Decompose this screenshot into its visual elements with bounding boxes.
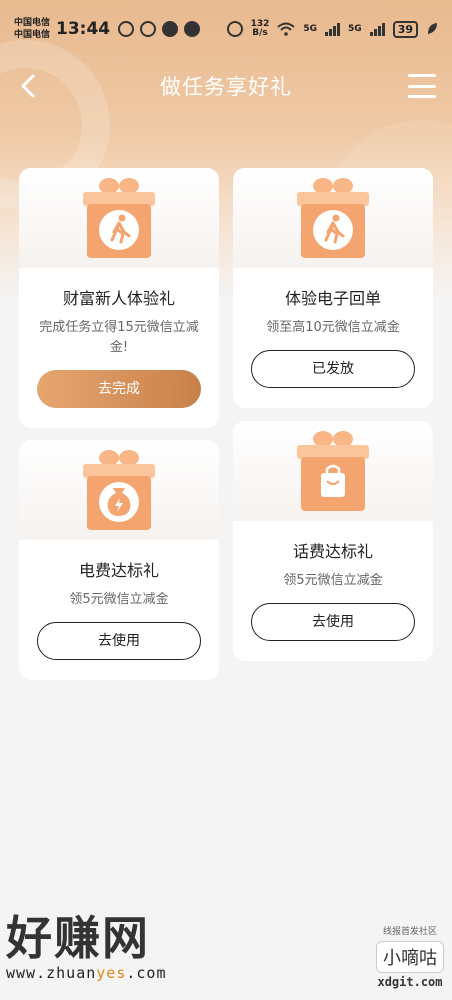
task-card-wealth-newcomer: 财富新人体验礼 完成任务立得15元微信立减金! 去完成: [19, 168, 219, 428]
status-bar: 中国电信 中国电信 13:44 132 B/s 5G 5G 39: [0, 0, 452, 58]
signal-1-icon: [325, 22, 341, 36]
wechat-icon: [184, 21, 201, 37]
wifi-icon: [277, 22, 296, 36]
carrier-1: 中国电信: [14, 18, 51, 28]
card-image-area: [233, 168, 433, 268]
signal-2-icon: [369, 22, 385, 36]
card-title: 体验电子回单: [284, 289, 381, 308]
task-card-phone-bill: 话费达标礼 领5元微信立减金 去使用: [233, 421, 433, 661]
signal-2-label: 5G: [348, 24, 362, 34]
system-icons: 132 B/s 5G 5G 39: [226, 20, 438, 38]
card-description: 完成任务立得15元微信立减金!: [39, 320, 199, 355]
notification-icons: [118, 21, 201, 37]
watermark-badge: 小嘀咕: [376, 941, 444, 973]
net-speed: 132 B/s: [251, 20, 270, 38]
card-title: 话费达标礼: [292, 542, 373, 561]
card-description: 领至高10元微信立减金: [266, 320, 400, 335]
alarm-icon: [226, 21, 243, 37]
use-button[interactable]: 去使用: [251, 603, 415, 641]
gift-box-icon: [297, 431, 369, 511]
watermark-xdgit: 线报首发社区 小嘀咕 xdgit.com: [376, 924, 444, 989]
gift-box-icon: [83, 450, 155, 530]
use-button[interactable]: 去使用: [37, 622, 201, 660]
card-title: 财富新人体验礼: [62, 289, 175, 308]
card-description: 领5元微信立减金: [283, 573, 383, 588]
card-description: 领5元微信立减金: [69, 592, 169, 607]
message-bubble-icon: [162, 21, 179, 37]
carrier-labels: 中国电信 中国电信: [14, 17, 50, 41]
signal-1-label: 5G: [303, 24, 318, 34]
task-card-electricity: 电费达标礼 领5元微信立减金 去使用: [19, 440, 219, 680]
gift-box-icon: [297, 178, 369, 258]
card-title: 电费达标礼: [78, 561, 159, 580]
app-notification-icon: [140, 21, 157, 37]
card-image-area: [233, 421, 433, 521]
watermark-zhuanyes: 好赚网 www.zhuanyes.com: [6, 912, 167, 982]
watermark-url: xdgit.com: [377, 975, 443, 989]
carrier-2: 中国电信: [14, 30, 51, 40]
card-image-area: [19, 168, 219, 268]
gift-box-icon: [83, 178, 155, 258]
nav-bar: 做任务享好礼: [0, 58, 452, 114]
back-arrow-icon[interactable]: [16, 72, 42, 100]
battery-icon: 39: [392, 20, 418, 38]
watermark-slogan: 线报首发社区: [382, 927, 437, 937]
issued-button[interactable]: 已发放: [251, 350, 415, 388]
leaf-icon: [428, 23, 437, 34]
watermark-brand: 好赚网: [6, 911, 150, 965]
hamburger-menu-icon[interactable]: [408, 74, 436, 98]
clock: 13:44: [56, 19, 111, 39]
watermark-url: www.zhuanyes.com: [6, 964, 167, 982]
page-title: 做任务享好礼: [160, 75, 292, 99]
download-icon: [118, 21, 135, 37]
complete-task-button[interactable]: 去完成: [37, 370, 201, 408]
card-image-area: [19, 440, 219, 540]
task-card-e-receipt: 体验电子回单 领至高10元微信立减金 已发放: [233, 168, 433, 408]
net-speed-unit: B/s: [252, 28, 268, 38]
